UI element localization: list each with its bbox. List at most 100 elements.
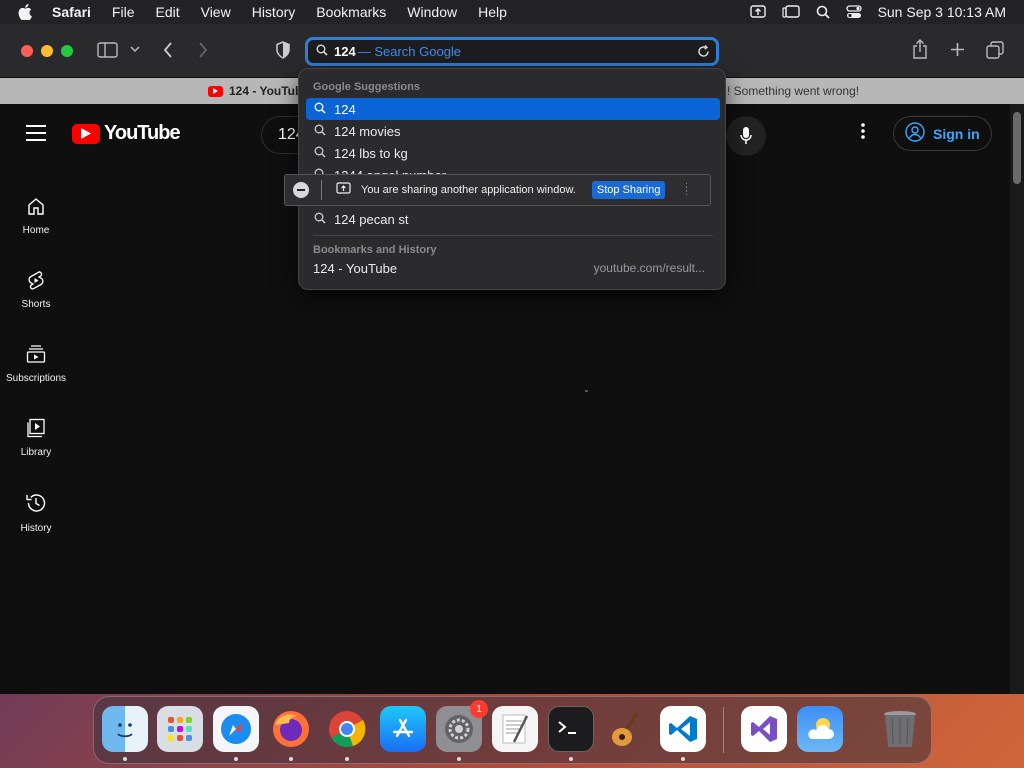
bookmarks-history-header: Bookmarks and History: [313, 244, 437, 256]
new-tab-icon[interactable]: [950, 42, 965, 57]
tab-overview-icon[interactable]: [986, 41, 1004, 59]
suggestion-item[interactable]: 124 movies: [306, 120, 720, 142]
sign-in-button[interactable]: Sign in: [893, 116, 992, 151]
tab-youtube[interactable]: 124 - YouTube: [208, 84, 309, 98]
google-suggestions-header: Google Suggestions: [313, 81, 420, 93]
more-options-icon[interactable]: [861, 123, 865, 144]
dock-finder-icon[interactable]: [102, 706, 148, 752]
youtube-favicon-icon: [208, 85, 223, 97]
apple-menu-icon[interactable]: [18, 4, 36, 20]
dock-terminal-icon[interactable]: [548, 706, 594, 752]
microphone-icon[interactable]: [726, 116, 766, 156]
scrollbar-thumb[interactable]: [1013, 112, 1021, 184]
library-icon: [26, 418, 46, 441]
dock-visual-studio-icon[interactable]: [741, 706, 787, 752]
share-icon[interactable]: [912, 39, 928, 59]
suggestion-item[interactable]: 124 pecan st: [306, 208, 720, 230]
sidebar-item-subscriptions[interactable]: Subscriptions: [0, 344, 72, 384]
dock-running-indicator: [457, 757, 461, 761]
youtube-play-icon: [72, 123, 100, 144]
subscriptions-icon: [26, 344, 46, 367]
privacy-shield-icon[interactable]: [275, 41, 291, 59]
dock-system-settings-icon[interactable]: 1: [436, 700, 488, 752]
stage-manager-icon[interactable]: [781, 5, 800, 19]
dock-running-indicator: [234, 757, 238, 761]
tab-label: 124 - YouTube: [229, 84, 310, 98]
youtube-logo[interactable]: YouTube: [72, 122, 181, 145]
dock-safari-icon[interactable]: [213, 706, 259, 752]
dock-weather-icon[interactable]: [797, 706, 843, 752]
address-bar[interactable]: 124 — Search Google: [305, 37, 719, 66]
forward-icon[interactable]: [198, 42, 208, 58]
dock-trash-icon[interactable]: [877, 706, 923, 752]
dock-firefox-icon[interactable]: [268, 706, 314, 752]
close-window-button[interactable]: [21, 45, 33, 57]
minimize-window-button[interactable]: [41, 45, 53, 57]
zoom-window-button[interactable]: [61, 45, 73, 57]
home-icon: [26, 196, 46, 219]
suggestion-item[interactable]: 124 lbs to kg: [306, 142, 720, 164]
back-icon[interactable]: [163, 42, 173, 58]
dock-running-indicator: [569, 757, 573, 761]
sidebar-label: Library: [20, 447, 52, 458]
history-item[interactable]: 124 - YouTube youtube.com/result...: [313, 261, 705, 276]
screen-share-icon[interactable]: [749, 5, 766, 19]
dock-chrome-icon[interactable]: [324, 706, 370, 752]
menu-help[interactable]: Help: [478, 4, 507, 20]
suggestion-label: 124 lbs to kg: [334, 145, 408, 161]
sidebar-label: Subscriptions: [5, 373, 67, 384]
menu-history[interactable]: History: [252, 4, 296, 20]
shorts-icon: [26, 270, 46, 293]
dock-running-indicator: [681, 757, 685, 761]
search-icon: [314, 102, 326, 117]
menu-window[interactable]: Window: [407, 4, 457, 20]
menubar-status-area: Sun Sep 3 10:13 AM: [749, 0, 1006, 24]
menu-bar: Safari File Edit View History Bookmarks …: [0, 0, 1024, 24]
control-center-icon[interactable]: [845, 5, 862, 19]
chevron-down-icon[interactable]: [130, 45, 140, 53]
suggestion-label: 124 movies: [334, 123, 401, 139]
dock-textedit-icon[interactable]: [492, 706, 538, 752]
menu-bookmarks[interactable]: Bookmarks: [316, 4, 386, 20]
sharing-message: You are sharing another application wind…: [361, 184, 576, 196]
menu-file[interactable]: File: [112, 4, 135, 20]
search-icon: [314, 212, 326, 227]
dock-garageband-icon[interactable]: [604, 706, 650, 752]
menu-edit[interactable]: Edit: [155, 4, 179, 20]
drag-handle-icon[interactable]: ⋮ ⋮: [681, 183, 691, 197]
sidebar-label: Shorts: [21, 299, 51, 310]
spotlight-search-icon[interactable]: [816, 5, 830, 19]
sidebar-item-history[interactable]: History: [0, 492, 72, 534]
hamburger-menu-icon[interactable]: [26, 125, 46, 141]
search-icon: [314, 146, 326, 161]
dock-vscode-icon[interactable]: [660, 706, 706, 752]
reload-icon[interactable]: [697, 45, 710, 61]
dock-app-store-icon[interactable]: [380, 706, 426, 752]
dropdown-divider: [313, 235, 713, 236]
history-item-url: youtube.com/result...: [593, 261, 705, 275]
sidebar-toggle-icon[interactable]: [97, 41, 119, 59]
sidebar-item-shorts[interactable]: Shorts: [0, 270, 72, 310]
page-scrollbar[interactable]: [1010, 104, 1024, 694]
sidebar-label: History: [20, 523, 52, 534]
sidebar-item-library[interactable]: Library: [0, 418, 72, 458]
stop-sharing-button[interactable]: Stop Sharing: [591, 181, 666, 199]
dock-launchpad-icon[interactable]: [157, 706, 203, 752]
sidebar-item-home[interactable]: Home: [0, 196, 72, 236]
suggestion-item[interactable]: 124: [306, 98, 720, 120]
account-icon: [905, 122, 925, 145]
history-item-title: 124 - YouTube: [313, 261, 398, 276]
collapse-banner-button[interactable]: [293, 182, 309, 198]
menu-view[interactable]: View: [201, 4, 231, 20]
tab-error[interactable]: ! Something went wrong!: [727, 84, 859, 98]
search-icon: [316, 44, 328, 59]
suggestion-label: 124 pecan st: [334, 211, 409, 227]
address-typed-text: 124: [334, 44, 356, 59]
dock-running-indicator: [123, 757, 127, 761]
menu-app-name[interactable]: Safari: [52, 4, 91, 20]
menubar-clock[interactable]: Sun Sep 3 10:13 AM: [878, 4, 1006, 20]
notification-badge: 1: [470, 700, 488, 718]
suggestion-label: 124: [334, 101, 356, 117]
tab-label: ! Something went wrong!: [727, 84, 860, 98]
history-icon: [25, 492, 47, 517]
